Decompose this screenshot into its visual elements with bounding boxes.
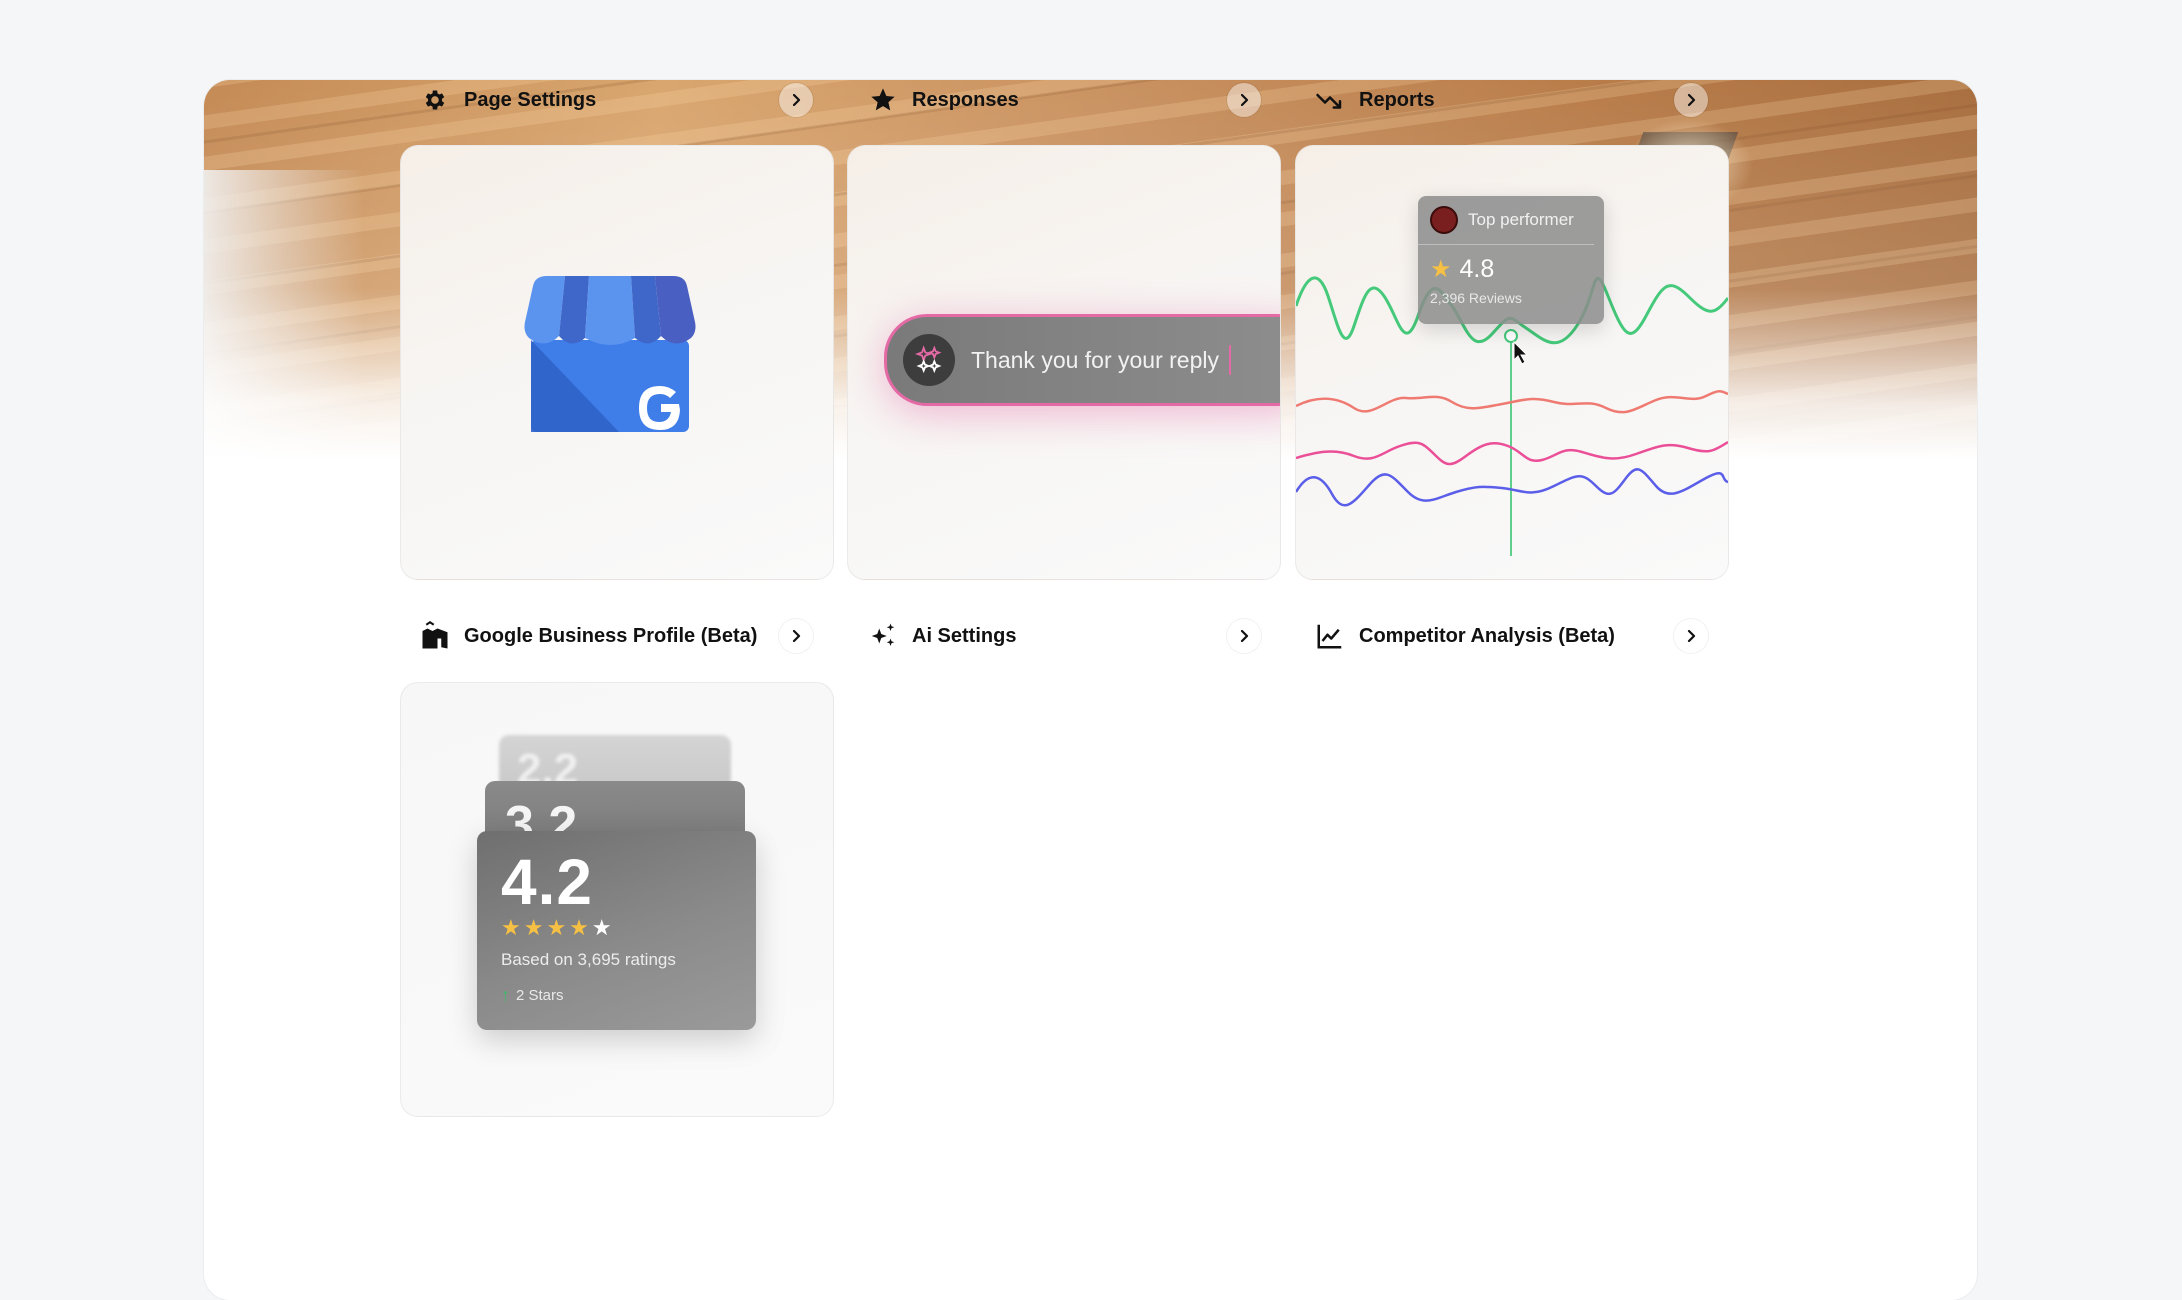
menu-item-label: Reports <box>1359 88 1435 111</box>
ai-reply-preview: Thank you for your reply <box>884 314 1280 406</box>
rating-trend: ↑ 2 Stars <box>501 985 564 1006</box>
business-logo <box>1430 206 1458 234</box>
rating-stars: ★★★★★ <box>501 915 615 941</box>
menu-item-page-settings[interactable]: Page Settings <box>420 80 813 122</box>
menu-item-competitor-analysis[interactable]: Competitor Analysis (Beta) <box>1315 614 1708 658</box>
rating-trend-text: 2 Stars <box>516 987 564 1004</box>
mouse-pointer-icon <box>1513 340 1529 365</box>
arrow-up-icon: ↑ <box>501 985 510 1005</box>
sparkles-icon <box>868 621 898 651</box>
chevron-right-icon[interactable] <box>1227 83 1261 117</box>
chevron-right-icon[interactable] <box>1674 619 1708 653</box>
rating-card-front: 4.2 ★★★★★ Based on 3,695 ratings ↑ 2 Sta… <box>477 831 756 1030</box>
chevron-right-icon[interactable] <box>1227 619 1261 653</box>
star-icon <box>868 85 898 115</box>
chart-cursor-point <box>1504 329 1518 343</box>
menu-item-label: Responses <box>912 88 1019 111</box>
card-ai-settings[interactable]: Thank you for your reply <box>847 145 1281 580</box>
text-caret <box>1229 345 1232 375</box>
chevron-right-icon[interactable] <box>779 619 813 653</box>
line-chart-icon <box>1315 621 1345 651</box>
menu-item-google-business-profile[interactable]: Google Business Profile (Beta) <box>420 614 813 658</box>
sparkles-icon <box>903 334 955 386</box>
rating-value: 4.2 <box>501 846 593 918</box>
top-performer-tooltip: Top performer ★ 4.8 2,396 Reviews <box>1418 196 1604 324</box>
card-google-business-profile[interactable] <box>400 145 834 580</box>
rating-based-on: Based on 3,695 ratings <box>501 950 676 969</box>
trend-arrow-icon <box>1315 85 1345 115</box>
card-competitor-analysis[interactable]: Top performer ★ 4.8 2,396 Reviews <box>1295 145 1729 580</box>
tooltip-rating: 4.8 <box>1459 255 1495 283</box>
menu-item-label: Ai Settings <box>912 624 1017 647</box>
menu-item-responses[interactable]: Responses <box>868 80 1261 122</box>
menu-item-label: Competitor Analysis (Beta) <box>1359 624 1615 647</box>
menu-item-reports[interactable]: Reports <box>1315 80 1708 122</box>
menu-item-label: Google Business Profile (Beta) <box>464 624 758 647</box>
tooltip-title: Top performer <box>1468 210 1574 229</box>
store-map-icon <box>420 621 450 651</box>
card-ratings[interactable]: 2.2 3.2 4.2 ★★★★★ Based on 3,695 ratings… <box>400 682 834 1117</box>
chevron-right-icon[interactable] <box>1674 83 1708 117</box>
tooltip-reviews: 2,396 Reviews <box>1430 290 1522 306</box>
menu-item-label: Page Settings <box>464 88 597 111</box>
menu-item-ai-settings[interactable]: Ai Settings <box>868 614 1261 658</box>
stars-empty: ★ <box>591 915 615 940</box>
stars-filled: ★★★★ <box>501 915 592 940</box>
ai-reply-text: Thank you for your reply <box>971 346 1220 373</box>
star-icon: ★ <box>1430 256 1452 283</box>
chevron-right-icon[interactable] <box>779 83 813 117</box>
gear-icon <box>420 85 450 115</box>
google-g-letter-icon <box>639 386 680 430</box>
main-panel: Page Settings Responses Reports Thank yo… <box>204 80 1977 1300</box>
